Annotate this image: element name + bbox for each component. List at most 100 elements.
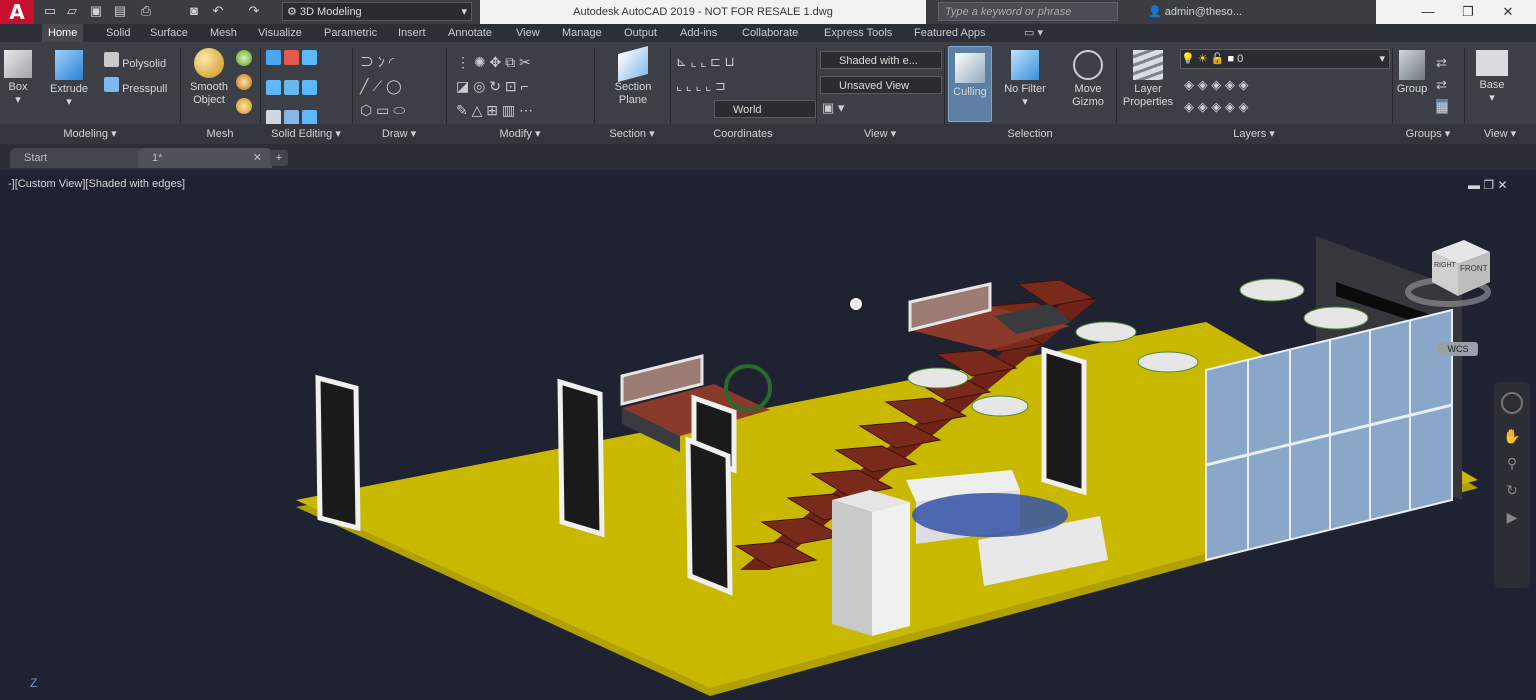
close-tab-icon[interactable]: ✕ bbox=[253, 148, 262, 168]
steering-wheel-icon[interactable] bbox=[1501, 392, 1523, 414]
viewcube-front-label[interactable]: FRONT bbox=[1460, 264, 1488, 273]
tab-addins[interactable]: Add-ins bbox=[680, 24, 717, 42]
save-icon[interactable]: ▣ bbox=[88, 3, 104, 19]
panel-title-view[interactable]: View ▾ bbox=[816, 124, 944, 144]
move-gizmo-button[interactable]: Move Gizmo bbox=[1064, 50, 1112, 109]
tab-parametric[interactable]: Parametric bbox=[324, 24, 377, 42]
separate-icon[interactable] bbox=[284, 110, 300, 125]
shell-icon[interactable] bbox=[266, 110, 281, 125]
offset-icon[interactable]: ⊞ bbox=[486, 102, 498, 118]
undo-icon[interactable]: ↶ bbox=[210, 3, 226, 19]
layer-unlock-icon[interactable]: ◈ bbox=[1225, 99, 1235, 114]
panel-title-draw[interactable]: Draw ▾ bbox=[352, 124, 446, 144]
named-view-dropdown[interactable]: Unsaved View bbox=[820, 76, 942, 94]
box-button[interactable]: Box ▾ bbox=[0, 50, 36, 107]
arc-icon[interactable]: ◜ bbox=[389, 54, 394, 70]
ellipse-icon[interactable]: ⬭ bbox=[393, 102, 405, 118]
tab-output[interactable]: Output bbox=[624, 24, 657, 42]
polyline-icon[interactable]: ⊃ bbox=[360, 54, 374, 70]
panel-title-solid-editing[interactable]: Solid Editing ▾ bbox=[260, 124, 352, 144]
orbit-icon[interactable]: ↻ bbox=[1494, 482, 1530, 499]
panel-title-selection[interactable]: Selection bbox=[944, 124, 1116, 144]
stretch-icon[interactable]: ⊡ bbox=[505, 78, 517, 94]
panel-title-layers[interactable]: Layers ▾ bbox=[1116, 124, 1392, 144]
tab-annotate[interactable]: Annotate bbox=[448, 24, 492, 42]
rotate-icon[interactable]: ↻ bbox=[489, 78, 501, 94]
new-icon[interactable]: ▭ bbox=[42, 3, 58, 19]
tab-featured-apps[interactable]: Featured Apps bbox=[914, 24, 986, 42]
mirror-icon[interactable]: ▥ bbox=[502, 102, 515, 118]
fillet-icon[interactable]: ⌐ bbox=[520, 78, 528, 94]
coordinate-system-dropdown[interactable]: World bbox=[714, 100, 816, 118]
application-menu-button[interactable]: A bbox=[0, 0, 34, 24]
saveas-icon[interactable]: ▤ bbox=[112, 3, 128, 19]
3d-rotate-icon[interactable]: ✺ bbox=[474, 54, 486, 70]
viewcube-right-label[interactable]: RIGHT bbox=[1434, 262, 1456, 269]
edit-icon[interactable]: ✎ bbox=[456, 102, 468, 118]
file-tab-1[interactable]: 1* ✕ bbox=[138, 148, 272, 168]
new-tab-button[interactable]: + bbox=[270, 150, 288, 166]
copy-icon[interactable]: ⧉ bbox=[505, 54, 515, 70]
visual-style-dropdown[interactable]: Shaded with e... bbox=[820, 51, 942, 69]
print-icon[interactable]: ◙ bbox=[186, 3, 202, 19]
panel-title-coordinates[interactable]: Coordinates bbox=[670, 124, 816, 144]
trim-icon[interactable]: ✂ bbox=[519, 54, 531, 70]
interfere-icon[interactable] bbox=[284, 80, 300, 95]
culling-button[interactable]: Culling bbox=[948, 46, 992, 122]
construction-line-icon[interactable]: ⟋ bbox=[372, 78, 382, 94]
layer-previous-icon[interactable]: ◈ bbox=[1184, 99, 1194, 114]
layer-walk-icon[interactable]: ◈ bbox=[1239, 99, 1249, 114]
panel-title-section[interactable]: Section ▾ bbox=[594, 124, 670, 144]
tab-solid[interactable]: Solid bbox=[106, 24, 130, 42]
smooth-object-button[interactable]: Smooth Object bbox=[186, 48, 232, 107]
extract-edges-icon[interactable] bbox=[302, 80, 318, 95]
search-input[interactable]: Type a keyword or phrase bbox=[938, 2, 1118, 21]
layer-isolate-icon[interactable]: ◈ bbox=[1198, 77, 1208, 92]
ribbon-toggle-icon[interactable]: ▭ ▾ bbox=[1024, 24, 1043, 42]
spline-icon[interactable]: ﾝ bbox=[378, 54, 385, 70]
circle-icon[interactable]: ◯ bbox=[386, 78, 402, 94]
line-icon[interactable]: ╱ bbox=[360, 78, 368, 94]
plot-icon[interactable]: ⎙ bbox=[138, 3, 154, 19]
tab-visualize[interactable]: Visualize bbox=[258, 24, 302, 42]
slice-icon[interactable] bbox=[302, 50, 318, 65]
union-icon[interactable] bbox=[266, 50, 281, 65]
tab-manage[interactable]: Manage bbox=[562, 24, 602, 42]
ucs-object-icon[interactable]: ⊔ bbox=[725, 54, 735, 69]
panel-title-modeling[interactable]: Modeling ▾ bbox=[0, 124, 180, 144]
layer-match-icon[interactable]: ◈ bbox=[1239, 77, 1249, 92]
tab-surface[interactable]: Surface bbox=[150, 24, 188, 42]
panel-title-groups[interactable]: Groups ▾ bbox=[1392, 124, 1464, 144]
align-icon[interactable]: ◪ bbox=[456, 78, 469, 94]
ucs-3point-icon[interactable]: ⌞ bbox=[700, 54, 706, 69]
tab-view[interactable]: View bbox=[516, 24, 540, 42]
extrude-button[interactable]: Extrude ▾ bbox=[44, 50, 94, 109]
ucs-icon[interactable]: ⊾ bbox=[676, 54, 687, 69]
no-filter-button[interactable]: No Filter ▾ bbox=[998, 50, 1052, 109]
ucs-view-icon[interactable]: ⌞ bbox=[676, 78, 682, 93]
layer-dropdown[interactable]: 💡 ☀ 🔓 ■ 0 ▾ bbox=[1180, 49, 1390, 69]
layer-off-icon[interactable]: ◈ bbox=[1184, 77, 1194, 92]
panel-title-mesh[interactable]: Mesh bbox=[180, 124, 260, 144]
polygon-icon[interactable]: ⬡ bbox=[360, 102, 372, 118]
wcs-menu[interactable]: WCS bbox=[1438, 342, 1478, 356]
ungroup-icon[interactable]: ⇄ bbox=[1436, 55, 1447, 70]
section-plane-button[interactable]: Section Plane bbox=[606, 45, 660, 107]
file-tab-start[interactable]: Start bbox=[10, 148, 148, 168]
layer-thaw-icon[interactable]: ◈ bbox=[1211, 99, 1221, 114]
user-account[interactable]: 👤 admin@theso... bbox=[1148, 0, 1242, 24]
showmotion-icon[interactable]: ▶ bbox=[1494, 509, 1530, 526]
group-button[interactable]: Group bbox=[1394, 50, 1430, 96]
ucs-zaxis-icon[interactable]: ⊐ bbox=[715, 78, 726, 93]
minimize-button[interactable]: — bbox=[1408, 0, 1448, 24]
viewport-config-icon[interactable]: ▣ ▾ bbox=[822, 100, 844, 116]
presspull-button[interactable]: Presspull bbox=[104, 77, 167, 97]
mesh-refine-icon[interactable] bbox=[236, 74, 252, 90]
ucs-face-icon[interactable]: ⊏ bbox=[710, 54, 721, 69]
layer-freeze-icon[interactable]: ◈ bbox=[1211, 77, 1221, 92]
ucs-x-icon[interactable]: ⌞ bbox=[686, 78, 692, 93]
group-edit-icon[interactable]: ⇄ bbox=[1436, 77, 1447, 92]
zoom-icon[interactable]: ⚲ bbox=[1494, 455, 1530, 472]
tab-collaborate[interactable]: Collaborate bbox=[742, 24, 798, 42]
mesh-crease-icon[interactable] bbox=[236, 98, 252, 114]
